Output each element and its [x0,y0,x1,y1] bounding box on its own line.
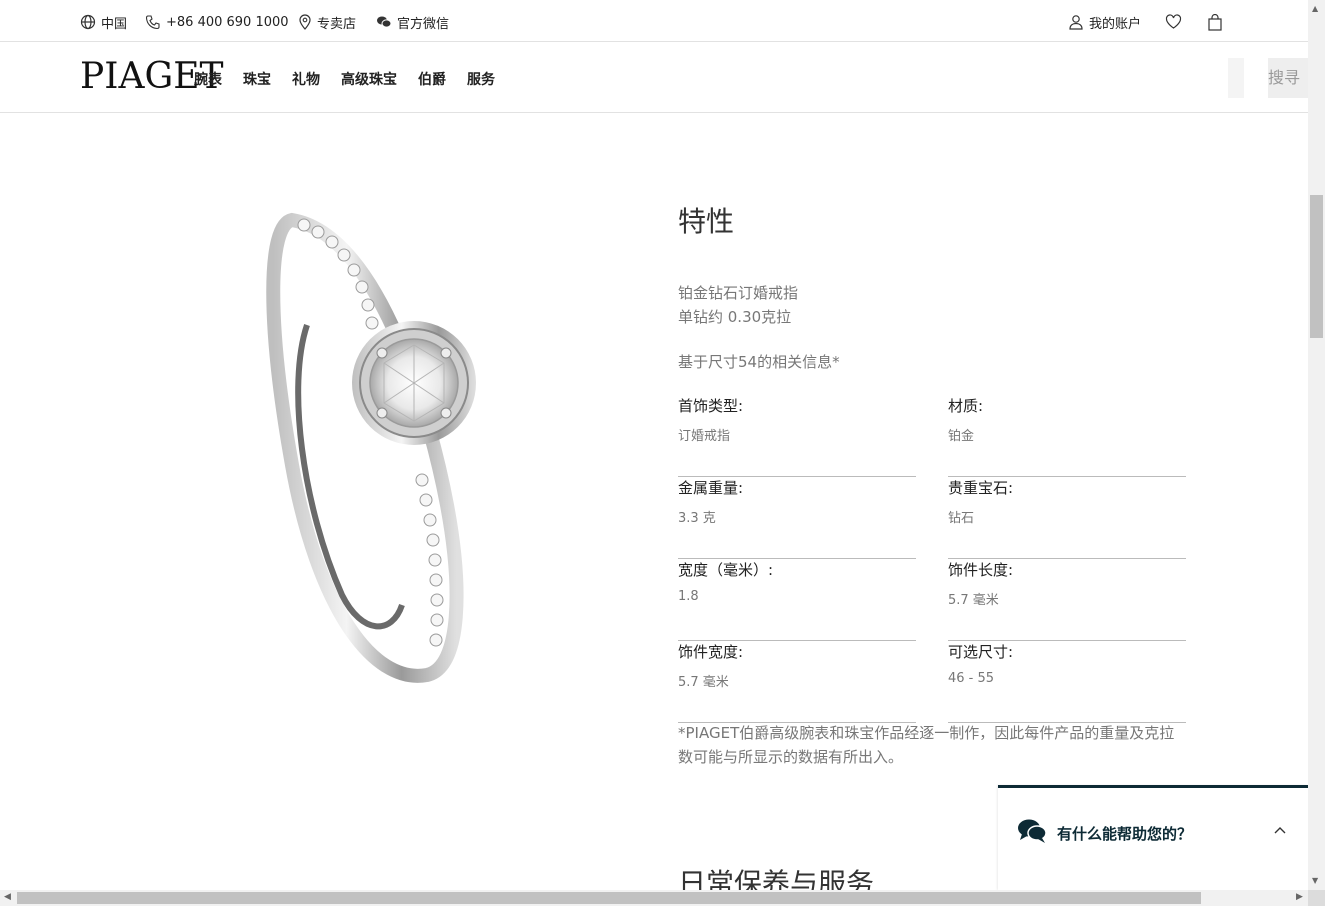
shopping-bag-icon [1208,13,1222,31]
scrollbar-corner [1308,890,1325,906]
nav-link-gifts[interactable]: 礼物 [292,69,320,89]
spec-label: 材质: [948,397,984,415]
characteristics-title: 特性 [678,205,735,238]
location-pin-icon [299,14,311,30]
phone-number: +86 400 690 1000 [166,14,289,30]
heart-icon [1165,14,1182,29]
phone-icon [145,15,160,30]
account-link[interactable]: 我的账户 [1068,12,1141,32]
main-navigation: PIAGET 腕表 珠宝 礼物 高级珠宝 伯爵 服务 搜寻 [0,42,1308,113]
spec-label: 金属重量: [678,479,744,497]
nav-link-jewelry[interactable]: 珠宝 [243,69,271,89]
spec-label: 饰件宽度: [678,643,744,661]
wechat-label: 官方微信 [397,16,450,32]
spec-precious-stone: 贵重宝石: 钻石 [948,477,1186,559]
scroll-down-arrow-icon[interactable]: ▼ [1312,876,1318,885]
search-input[interactable]: 搜寻 [1268,58,1308,98]
spec-value: 46 - 55 [948,671,995,686]
wishlist-button[interactable] [1165,12,1187,32]
vertical-scrollbar[interactable]: ▲ ▼ [1308,0,1325,890]
nav-links: 腕表 珠宝 礼物 高级珠宝 伯爵 服务 [194,69,516,89]
spec-label: 贵重宝石: [948,479,1014,497]
product-image [262,205,492,685]
horizontal-scrollbar[interactable]: ◀ ▶ [0,890,1308,906]
spec-metal-weight: 金属重量: 3.3 克 [678,477,916,559]
account-label: 我的账户 [1089,16,1142,32]
disclaimer-note: *PIAGET伯爵高级腕表和珠宝作品经逐一制作，因此每件产品的重量及克拉数可能与… [678,724,1175,766]
spec-jewelry-type: 首饰类型: 订婚戒指 [678,395,916,477]
size-info: 基于尺寸54的相关信息* [678,353,840,371]
chat-title: 有什么能帮助您的？ [1057,825,1193,843]
user-icon [1069,15,1083,30]
nav-link-watches[interactable]: 腕表 [194,69,222,89]
spec-value: 订婚戒指 [678,429,731,444]
spec-value: 铂金 [948,429,975,444]
wechat-icon [377,16,392,28]
stores-link[interactable]: 专卖店 [298,12,356,32]
chevron-up-icon[interactable] [1274,826,1286,834]
product-description-line-1: 铂金钻石订婚戒指 [678,284,799,302]
spec-value: 5.7 毫米 [678,675,729,690]
spec-value: 钻石 [948,511,975,526]
spec-setting-width: 饰件宽度: 5.7 毫米 [678,641,916,723]
search-divider [1228,58,1244,98]
nav-link-services[interactable]: 服务 [467,69,495,89]
wechat-link[interactable]: 官方微信 [376,12,449,32]
scroll-right-arrow-icon[interactable]: ▶ [1296,892,1303,902]
spec-value: 1.8 [678,589,699,604]
spec-label: 宽度（毫米）: [678,561,774,579]
utility-bar: 中国 +86 400 690 1000 专卖店 官方微信 我的账户 [0,0,1308,42]
horizontal-scroll-thumb[interactable] [17,892,1201,904]
spec-material: 材质: 铂金 [948,395,1186,477]
scroll-up-arrow-icon[interactable]: ▲ [1312,4,1318,13]
product-description-line-2: 单钻约 0.30克拉 [678,308,792,326]
chat-widget[interactable]: 有什么能帮助您的？ [998,785,1308,890]
spec-label: 饰件长度: [948,561,1014,579]
nav-link-piaget[interactable]: 伯爵 [418,69,446,89]
spec-available-sizes: 可选尺寸: 46 - 55 [948,641,1186,723]
spec-label: 可选尺寸: [948,643,1014,661]
spec-setting-length: 饰件长度: 5.7 毫米 [948,559,1186,641]
nav-link-high-jewelry[interactable]: 高级珠宝 [341,69,397,89]
stores-label: 专卖店 [317,16,357,32]
region-selector[interactable]: 中国 [80,12,127,32]
scroll-left-arrow-icon[interactable]: ◀ [4,892,11,902]
vertical-scroll-thumb[interactable] [1310,195,1323,338]
cart-button[interactable] [1208,12,1227,32]
chat-bubbles-icon [1018,819,1047,843]
spec-value: 3.3 克 [678,511,716,526]
globe-icon [80,14,96,30]
spec-width: 宽度（毫米）: 1.8 [678,559,916,641]
spec-label: 首饰类型: [678,397,744,415]
region-label: 中国 [101,16,128,32]
spec-value: 5.7 毫米 [948,593,999,608]
phone-link[interactable]: +86 400 690 1000 [145,12,289,32]
